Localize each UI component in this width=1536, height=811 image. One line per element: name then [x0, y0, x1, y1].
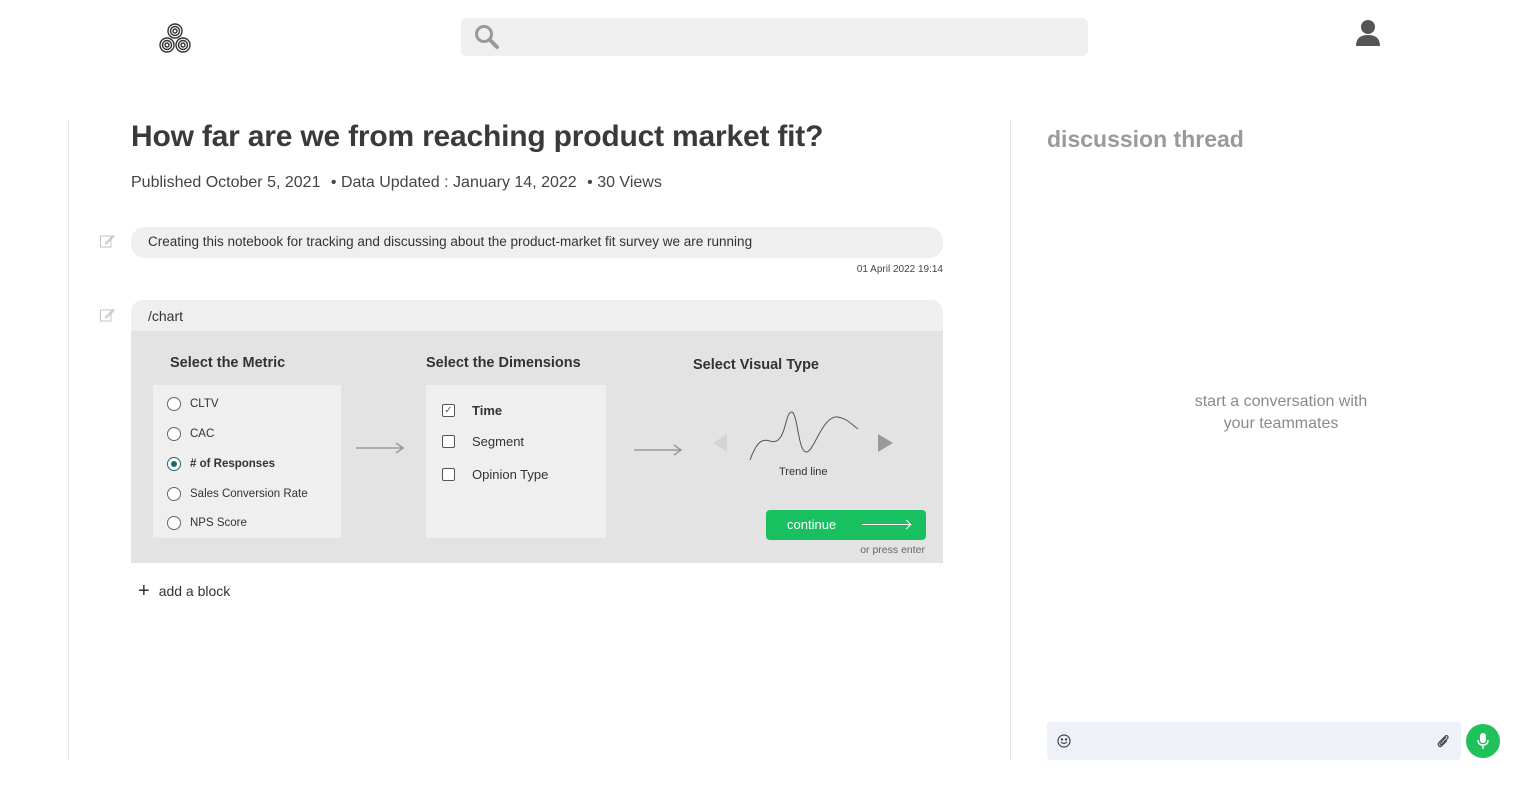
metric-option-sales-conversion[interactable]: Sales Conversion Rate — [167, 487, 308, 501]
paperclip-icon[interactable] — [1436, 732, 1450, 750]
radio-button-selected[interactable] — [167, 457, 181, 471]
notebook-meta: Published October 5, 2021 • Data Updated… — [131, 174, 668, 192]
data-updated-date: • Data Updated : January 14, 2022 — [330, 174, 577, 191]
metric-panel: CLTV CAC # of Responses Sales Conversion… — [153, 385, 341, 538]
dimensions-panel: ✓ Time Segment Opinion Type — [426, 385, 606, 538]
discussion-title: discussion thread — [1047, 126, 1244, 152]
radio-button[interactable] — [167, 427, 181, 441]
user-icon[interactable] — [1355, 19, 1381, 47]
dimension-option-opinion-type[interactable]: Opinion Type — [442, 467, 548, 482]
radio-button[interactable] — [167, 397, 181, 411]
smiley-icon[interactable] — [1056, 733, 1072, 749]
text-block[interactable]: Creating this notebook for tracking and … — [131, 227, 943, 258]
arrow-right-icon — [862, 524, 910, 525]
message-input[interactable] — [1047, 722, 1461, 760]
view-count: • 30 Views — [587, 174, 662, 191]
metric-option-responses[interactable]: # of Responses — [167, 457, 275, 471]
caret-right-icon[interactable] — [877, 433, 894, 453]
page-title: How far are we from reaching product mar… — [131, 120, 824, 153]
microphone-icon — [1477, 733, 1489, 749]
add-block-button[interactable]: + add a block — [138, 581, 230, 601]
checkbox-checked[interactable]: ✓ — [442, 404, 455, 417]
flow-arrow-icon — [356, 442, 405, 454]
radio-button[interactable] — [167, 516, 181, 530]
visual-type-title: Select Visual Type — [693, 357, 819, 373]
flow-arrow-icon — [634, 444, 683, 456]
trend-line-icon[interactable] — [748, 407, 860, 465]
dimensions-title: Select the Dimensions — [426, 355, 581, 371]
metric-title: Select the Metric — [170, 355, 286, 371]
published-date: Published October 5, 2021 — [131, 174, 321, 191]
metric-option-cac[interactable]: CAC — [167, 427, 214, 441]
block-timestamp: 01 April 2022 19:14 — [856, 264, 943, 275]
discussion-empty-state: start a conversation with your teammates — [1194, 393, 1368, 432]
panel-divider — [1010, 120, 1011, 760]
plus-icon: + — [138, 580, 150, 602]
command-input[interactable]: /chart — [131, 300, 943, 332]
microphone-button[interactable] — [1466, 724, 1500, 758]
triple-spiral-logo-icon[interactable] — [157, 21, 193, 55]
dimension-option-time[interactable]: ✓ Time — [442, 403, 502, 418]
search-icon[interactable] — [474, 24, 500, 50]
left-divider — [68, 120, 69, 760]
search-bar[interactable] — [461, 18, 1088, 56]
checkbox[interactable] — [442, 435, 455, 448]
metric-option-nps[interactable]: NPS Score — [167, 516, 247, 530]
continue-button[interactable]: continue — [766, 510, 926, 540]
edit-icon[interactable] — [99, 233, 115, 249]
continue-hint: or press enter — [860, 544, 925, 556]
edit-icon[interactable] — [99, 307, 115, 323]
chart-builder: Select the Metric CLTV CAC # of Response… — [131, 331, 943, 563]
visual-type-label: Trend line — [779, 466, 828, 478]
checkbox[interactable] — [442, 468, 455, 481]
radio-button[interactable] — [167, 487, 181, 501]
caret-left-icon[interactable] — [712, 433, 728, 453]
dimension-option-segment[interactable]: Segment — [442, 434, 524, 449]
metric-option-cltv[interactable]: CLTV — [167, 397, 219, 411]
